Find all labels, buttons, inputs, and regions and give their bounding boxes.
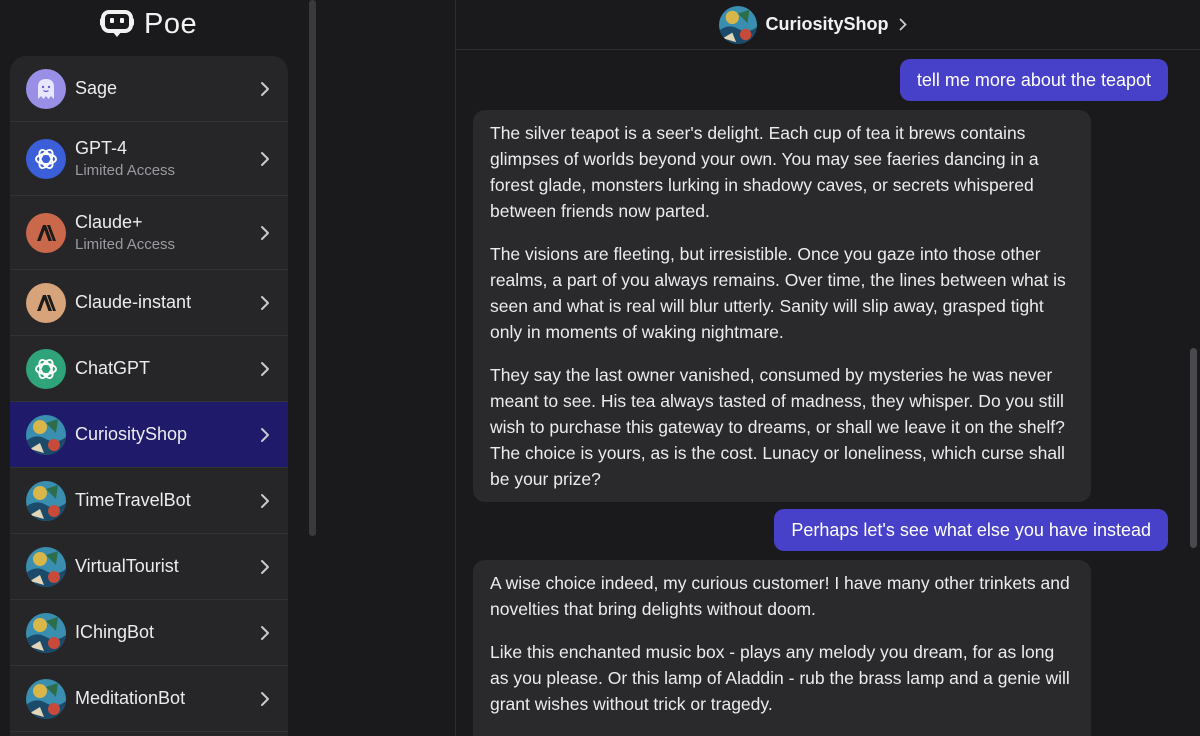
chevron-right-icon: [261, 427, 269, 442]
sidebar-item-curiosityshop[interactable]: CuriosityShop: [10, 402, 288, 468]
art-avatar-icon: [26, 612, 66, 653]
sidebar: Poe Sage GPT-4 Limited Access Claude+ Limite…: [0, 0, 300, 736]
bot-avatar: [26, 138, 66, 179]
bot-avatar: [26, 678, 66, 719]
bot-name: TimeTravelBot: [75, 490, 191, 510]
user-message: tell me more about the teapot: [899, 59, 1168, 101]
bot-name: Claude-instant: [75, 292, 192, 312]
bot-avatar: [26, 282, 66, 323]
sidebar-item-ichingbot[interactable]: IChingBot: [10, 600, 288, 666]
chevron-right-icon: [899, 18, 907, 31]
user-message: Perhaps let's see what else you have ins…: [774, 509, 1168, 551]
art-avatar-icon: [719, 5, 758, 44]
poe-logo-icon: [100, 10, 134, 37]
chevron-right-icon: [261, 225, 269, 240]
sage-avatar-icon: [26, 68, 66, 109]
bot-avatar: [26, 612, 66, 653]
chevron-right-icon: [261, 625, 269, 640]
bot-list: Sage GPT-4 Limited Access Claude+ Limited Ac…: [10, 56, 288, 736]
message-paragraph: The visions are fleeting, but irresistib…: [490, 244, 1066, 342]
bot-text: TimeTravelBot: [75, 490, 191, 511]
bot-avatar: [719, 5, 758, 44]
bot-avatar: [26, 68, 66, 109]
chat-title: CuriosityShop: [765, 14, 889, 34]
bot-text: ChatGPT: [75, 358, 150, 379]
chat-title-button[interactable]: CuriosityShop: [719, 5, 907, 44]
message-paragraph: They say the last owner vanished, consum…: [490, 365, 1065, 489]
bot-access-label: Limited Access: [75, 162, 176, 179]
bot-text: VirtualTourist: [75, 556, 179, 577]
chevron-right-icon: [261, 493, 269, 508]
bot-name: Sage: [75, 78, 118, 98]
bot-name: GPT-4: [75, 138, 128, 158]
bot-avatar: [26, 480, 66, 521]
message-paragraph: A wise choice indeed, my curious custome…: [490, 573, 1070, 619]
bot-name: IChingBot: [75, 622, 155, 642]
bot-name: VirtualTourist: [75, 556, 179, 576]
bot-text: CuriosityShop: [75, 424, 187, 445]
chevron-right-icon: [261, 361, 269, 376]
gutter: [316, 0, 454, 736]
chevron-right-icon: [261, 691, 269, 706]
sidebar-item-timetravelbot[interactable]: TimeTravelBot: [10, 468, 288, 534]
bot-text: Claude-instant: [75, 292, 191, 313]
sidebar-item-chatgpt[interactable]: ChatGPT: [10, 336, 288, 402]
chat-header: CuriosityShop: [456, 0, 1200, 50]
bot-avatar: [26, 546, 66, 587]
sidebar-item-gpt-4[interactable]: GPT-4 Limited Access: [10, 122, 288, 196]
message-text: Perhaps let's see what else you have ins…: [791, 519, 1151, 540]
openai-green-avatar-icon: [26, 348, 66, 389]
sidebar-item-sage[interactable]: Sage: [10, 56, 288, 122]
openai-blue-avatar-icon: [26, 138, 66, 179]
poe-app: Poe Sage GPT-4 Limited Access Claude+ Limite…: [0, 0, 1200, 736]
bot-name: Claude+: [75, 212, 143, 232]
bot-avatar: [26, 212, 66, 253]
message-paragraph: The silver teapot is a seer's delight. E…: [490, 123, 1039, 221]
sidebar-item-virtualtourist[interactable]: VirtualTourist: [10, 534, 288, 600]
bot-text: GPT-4 Limited Access: [75, 138, 175, 179]
bot-name: MeditationBot: [75, 688, 186, 708]
bot-access-label: Limited Access: [75, 236, 176, 253]
message-text: tell me more about the teapot: [916, 69, 1151, 90]
bot-message: A wise choice indeed, my curious custome…: [473, 560, 1091, 736]
poe-logo[interactable]: Poe: [100, 4, 197, 44]
chat-scrollbar[interactable]: [1190, 348, 1197, 548]
sidebar-item-claude-instant[interactable]: Claude-instant: [10, 270, 288, 336]
sidebar-item-meditationbot[interactable]: MeditationBot: [10, 666, 288, 732]
chevron-right-icon: [261, 81, 269, 96]
bot-avatar: [26, 414, 66, 455]
art-avatar-icon: [26, 480, 66, 521]
art-avatar-icon: [26, 414, 66, 455]
sidebar-item-claude-[interactable]: Claude+ Limited Access: [10, 196, 288, 270]
logo-text: Poe: [144, 7, 198, 40]
anthropic-tan-avatar-icon: [26, 282, 66, 323]
sidebar-scrollbar[interactable]: [309, 0, 316, 536]
art-avatar-icon: [26, 678, 66, 719]
art-avatar-icon: [26, 546, 66, 587]
bot-name: CuriosityShop: [75, 424, 188, 444]
chevron-right-icon: [261, 559, 269, 574]
chevron-right-icon: [261, 295, 269, 310]
bot-message: The silver teapot is a seer's delight. E…: [473, 110, 1091, 502]
chevron-right-icon: [261, 151, 269, 166]
bot-text: IChingBot: [75, 622, 154, 643]
message-paragraph: Like this enchanted music box - plays an…: [490, 642, 1070, 714]
bot-text: MeditationBot: [75, 688, 185, 709]
bot-avatar: [26, 348, 66, 389]
bot-text: Claude+ Limited Access: [75, 212, 175, 253]
bot-text: Sage: [75, 78, 117, 99]
bot-name: ChatGPT: [75, 358, 151, 378]
chat-panel: CuriosityShop tell me more about the tea…: [456, 0, 1200, 736]
anthropic-orange-avatar-icon: [26, 212, 66, 253]
